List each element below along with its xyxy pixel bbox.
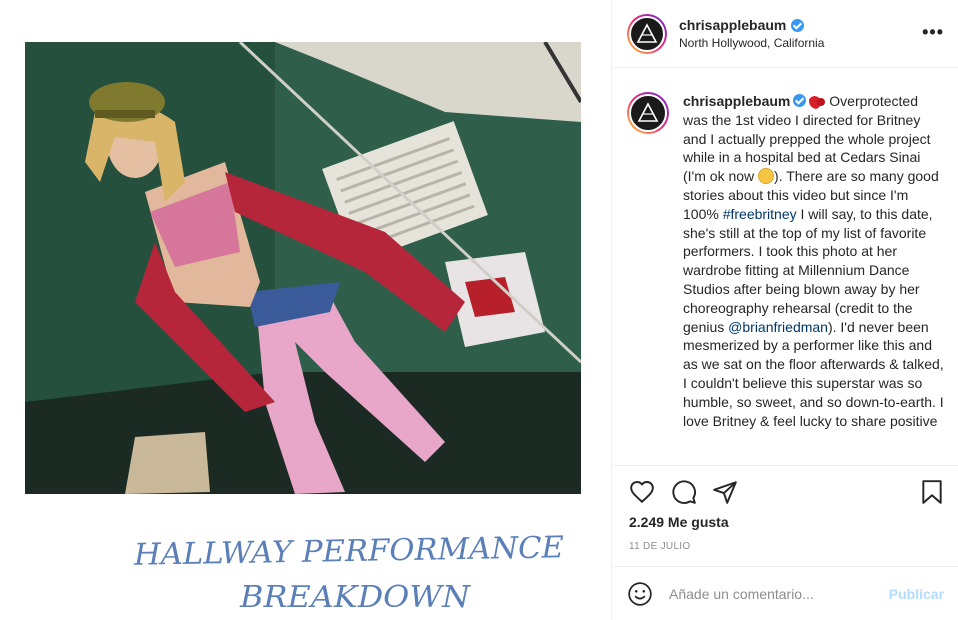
verified-icon: [793, 94, 807, 107]
laughing-emoji-icon: [758, 168, 775, 185]
caption-comment: chrisapplebaum Overprotected was the 1st…: [627, 92, 944, 430]
comment-username[interactable]: chrisapplebaum: [683, 93, 790, 109]
location-link[interactable]: North Hollywood, California: [679, 36, 824, 50]
post-header: chrisapplebaum North Hollywood, Californ…: [613, 0, 958, 68]
more-icon[interactable]: •••: [922, 22, 944, 43]
post-date[interactable]: 11 DE JULIO: [629, 541, 690, 552]
header-username-text[interactable]: chrisapplebaum: [679, 17, 786, 33]
comment-icon[interactable]: [671, 479, 697, 505]
likes-count[interactable]: 2.249 Me gusta: [629, 514, 729, 530]
handwriting-line-2: BREAKDOWN: [239, 580, 472, 615]
hashtag-link[interactable]: #freebritney: [723, 206, 797, 222]
heart-icon[interactable]: [629, 479, 655, 505]
logo-icon: [636, 22, 658, 43]
logo-icon: [637, 102, 659, 122]
emoji-icon[interactable]: [627, 581, 653, 607]
share-icon[interactable]: [712, 479, 738, 505]
cherries-emoji-icon: [809, 93, 826, 109]
bookmark-icon[interactable]: [919, 479, 945, 505]
caption-text-part-4: ). I'd never been mesmerized by a perfor…: [683, 318, 944, 429]
avatar[interactable]: [627, 13, 667, 54]
verified-icon: [791, 18, 805, 32]
caption-text-part-3: I will say, to this date, she's still at…: [683, 205, 933, 335]
polaroid-photo[interactable]: [25, 42, 581, 494]
handwritten-caption: HALLWAY PERFORMANCE BREAKDOWN: [120, 505, 590, 615]
comment-avatar[interactable]: [627, 92, 669, 134]
add-comment-bar: Publicar: [613, 566, 958, 620]
comments-section[interactable]: chrisapplebaum Overprotected was the 1st…: [613, 68, 958, 464]
caption-text: chrisapplebaum Overprotected was the 1st…: [683, 92, 944, 430]
action-bar: [613, 465, 958, 515]
post-button[interactable]: Publicar: [889, 586, 944, 602]
handwriting-line-1: HALLWAY PERFORMANCE: [133, 530, 565, 573]
mention-link[interactable]: @brianfriedman: [728, 319, 828, 335]
comment-input[interactable]: [669, 585, 889, 602]
post-media: HALLWAY PERFORMANCE BREAKDOWN: [0, 0, 612, 620]
post-panel: chrisapplebaum North Hollywood, Californ…: [613, 0, 958, 620]
header-username[interactable]: chrisapplebaum: [679, 17, 824, 33]
